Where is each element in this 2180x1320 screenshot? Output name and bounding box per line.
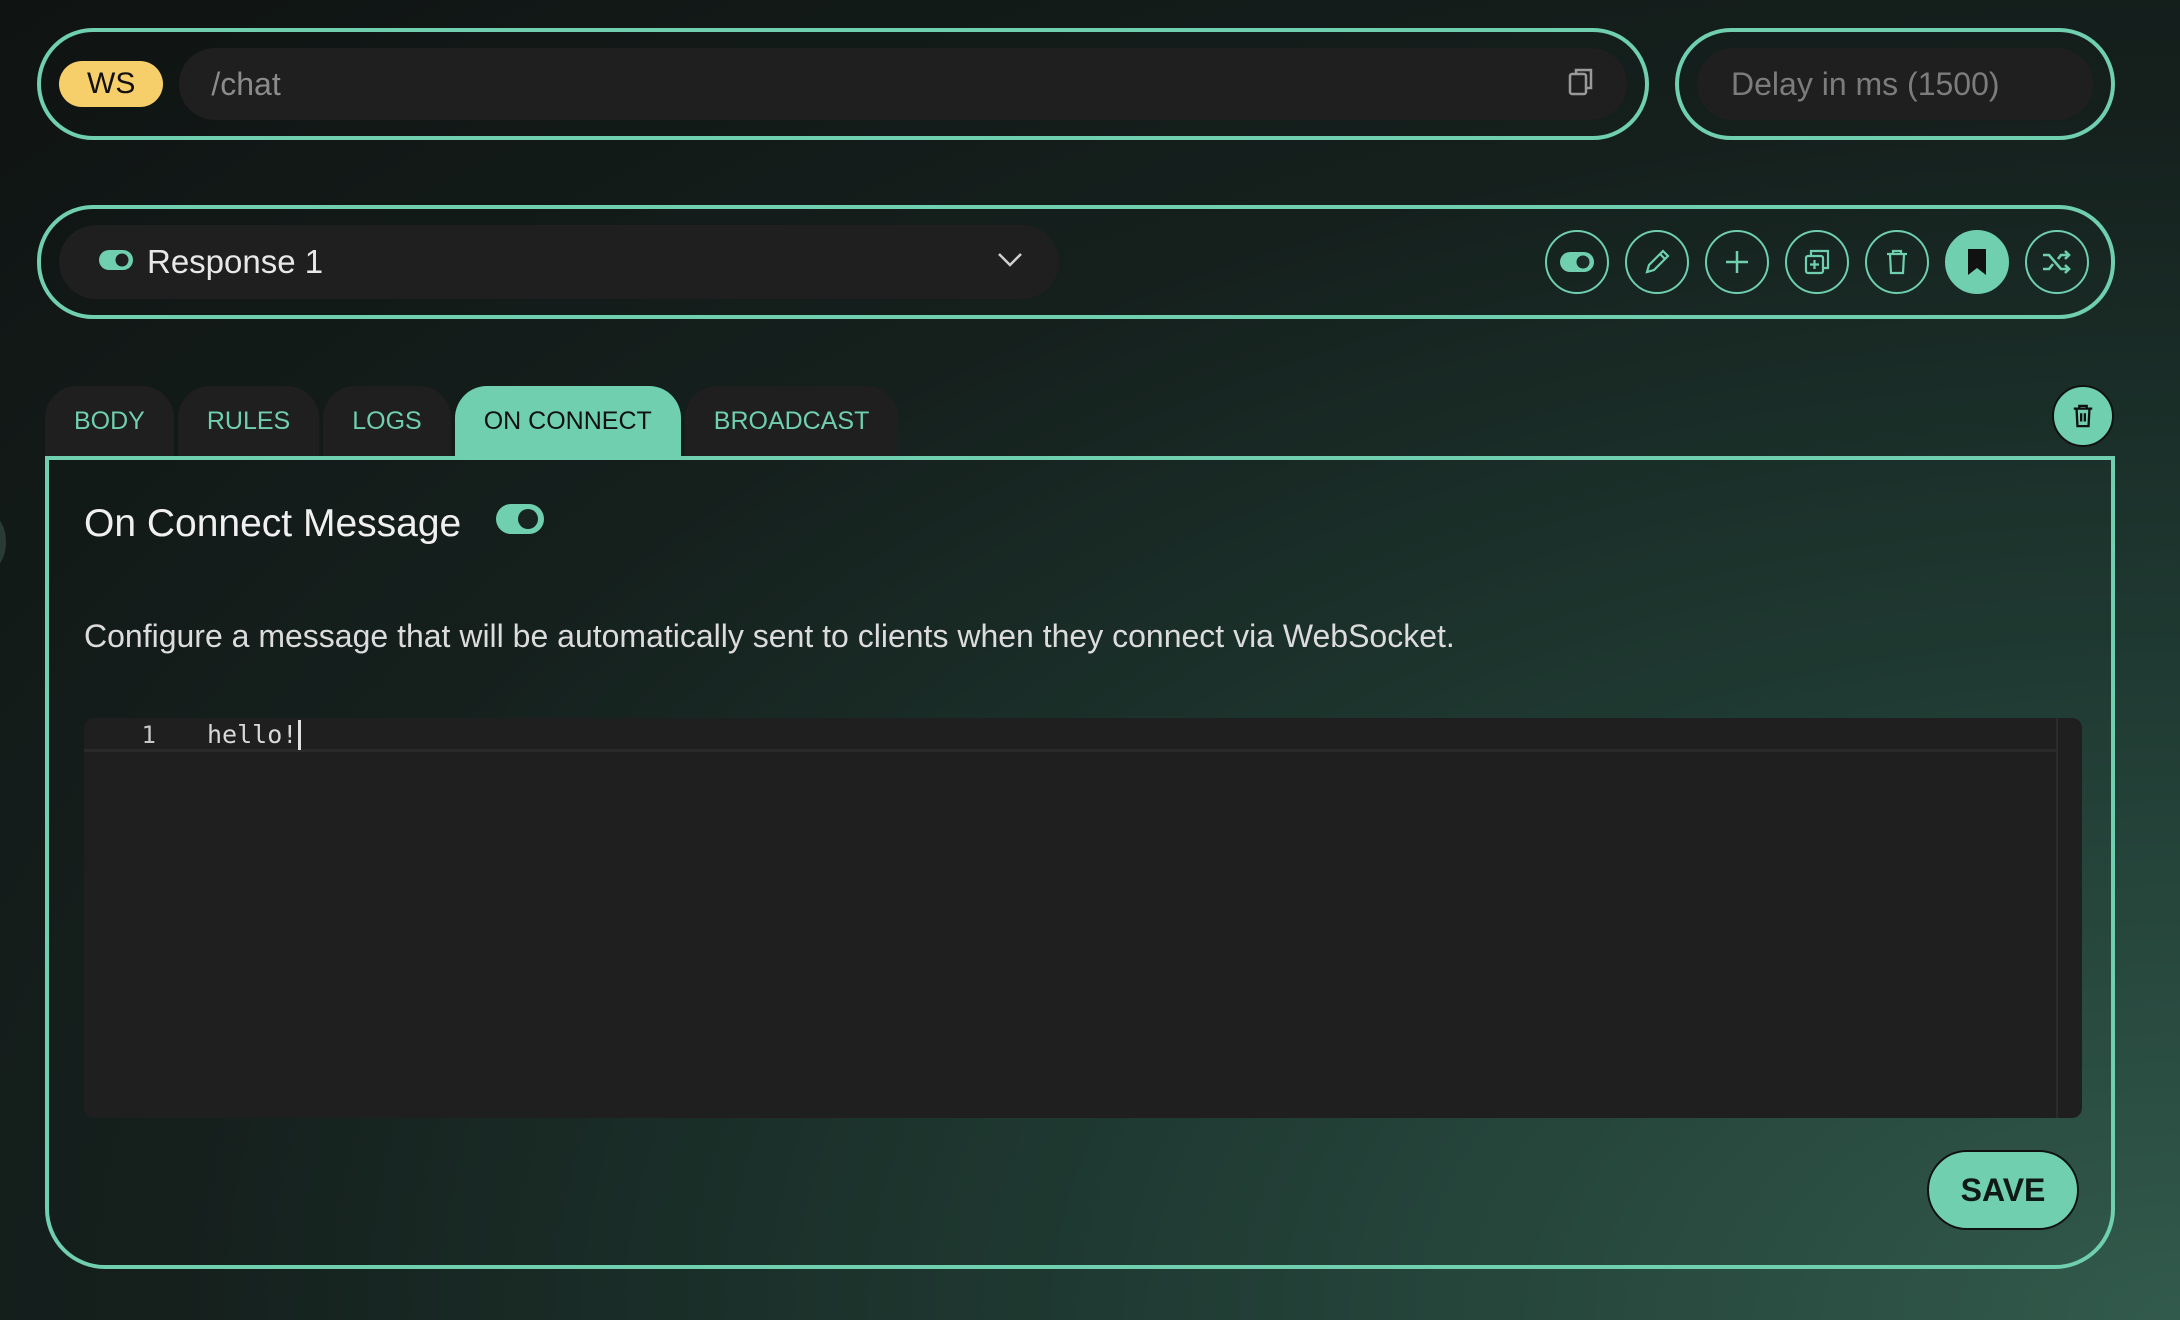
editor-scrollbar[interactable] bbox=[2056, 718, 2082, 1118]
save-button[interactable]: SAVE bbox=[1927, 1150, 2079, 1230]
route-path-input[interactable]: /chat bbox=[179, 48, 1627, 120]
response-select-label: Response 1 bbox=[147, 243, 324, 280]
toggle-response-button[interactable] bbox=[1545, 230, 1609, 294]
toggle-icon bbox=[1560, 252, 1594, 272]
tab-logs[interactable]: LOGS bbox=[323, 386, 451, 456]
shuffle-icon bbox=[2043, 250, 2071, 274]
panel-title: On Connect Message bbox=[84, 502, 462, 545]
toggle-icon bbox=[496, 504, 544, 534]
edit-response-button[interactable] bbox=[1625, 230, 1689, 294]
response-enabled-toggle-icon bbox=[99, 249, 133, 275]
tab-on-connect[interactable]: ON CONNECT bbox=[454, 386, 681, 456]
bookmark-response-button[interactable] bbox=[1945, 230, 2009, 294]
tab-body[interactable]: BODY bbox=[45, 386, 174, 456]
line-content[interactable]: hello! bbox=[207, 718, 302, 752]
route-url-bar: WS /chat bbox=[37, 28, 1649, 140]
delete-response-button[interactable] bbox=[1865, 230, 1929, 294]
add-response-button[interactable] bbox=[1705, 230, 1769, 294]
trash-icon bbox=[1887, 249, 1907, 275]
chevron-down-icon bbox=[997, 252, 1023, 273]
plus-icon bbox=[1726, 251, 1748, 273]
bookmark-icon bbox=[1968, 249, 1986, 275]
message-editor[interactable]: 1 hello! bbox=[84, 718, 2082, 1118]
delay-input[interactable]: Delay in ms (1500) bbox=[1697, 48, 2093, 120]
random-response-button[interactable] bbox=[2025, 230, 2089, 294]
duplicate-icon bbox=[1804, 249, 1830, 275]
on-connect-panel: On Connect Message Configure a message t… bbox=[45, 456, 2115, 1269]
route-path-text: /chat bbox=[211, 65, 281, 102]
line-number: 1 bbox=[141, 721, 156, 749]
side-drawer-handle[interactable] bbox=[0, 514, 6, 570]
delay-bar: Delay in ms (1500) bbox=[1675, 28, 2115, 140]
duplicate-response-button[interactable] bbox=[1785, 230, 1849, 294]
method-badge: WS bbox=[59, 61, 164, 107]
tab-broadcast[interactable]: BROADCAST bbox=[684, 386, 899, 456]
response-tabs: BODY RULES LOGS ON CONNECT BROADCAST bbox=[45, 386, 899, 456]
on-connect-toggle[interactable] bbox=[496, 504, 544, 539]
response-select[interactable]: Response 1 bbox=[59, 225, 1059, 299]
response-bar: Response 1 bbox=[37, 205, 2115, 319]
clear-on-connect-button[interactable] bbox=[2052, 385, 2114, 447]
trash-icon bbox=[2073, 404, 2093, 428]
pencil-icon bbox=[1645, 249, 1670, 274]
copy-icon[interactable] bbox=[1567, 66, 1595, 103]
editor-line: 1 hello! bbox=[84, 718, 2056, 752]
tab-rules[interactable]: RULES bbox=[177, 386, 320, 456]
response-toolbar bbox=[1545, 230, 2089, 294]
panel-description: Configure a message that will be automat… bbox=[84, 618, 1455, 654]
